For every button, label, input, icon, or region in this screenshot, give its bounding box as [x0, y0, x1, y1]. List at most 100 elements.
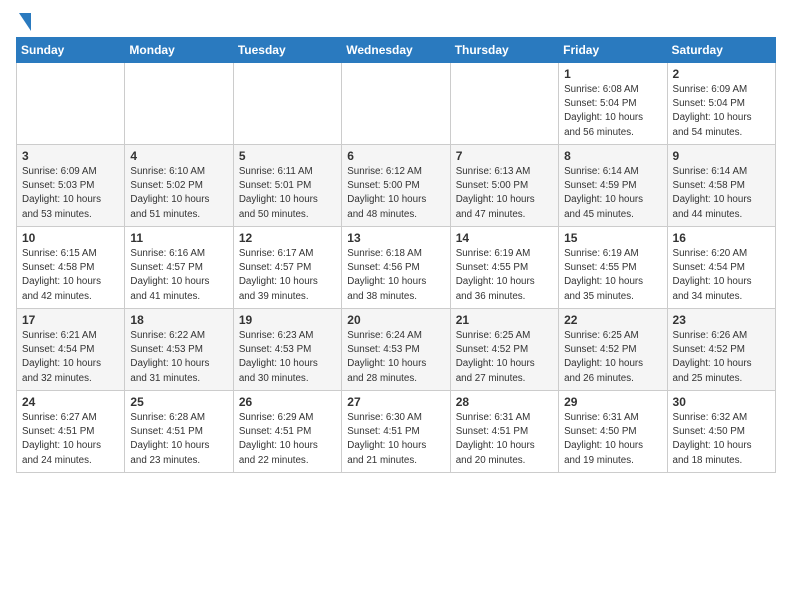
- calendar-cell: 14 Sunrise: 6:19 AMSunset: 4:55 PMDayligh…: [450, 227, 558, 309]
- day-number: 8: [564, 149, 661, 163]
- calendar: SundayMondayTuesdayWednesdayThursdayFrid…: [16, 37, 776, 473]
- day-info: Sunrise: 6:14 AMSunset: 4:59 PMDaylight:…: [564, 165, 661, 222]
- day-info: Sunrise: 6:20 AMSunset: 4:54 PMDaylight:…: [673, 247, 770, 304]
- calendar-cell: [17, 63, 125, 145]
- day-number: 22: [564, 313, 661, 327]
- calendar-cell: 20 Sunrise: 6:24 AMSunset: 4:53 PMDayligh…: [342, 309, 450, 391]
- calendar-cell: 26 Sunrise: 6:29 AMSunset: 4:51 PMDayligh…: [233, 391, 341, 473]
- calendar-cell: 23Sunrise: 6:26 AMSunset: 4:52 PMDayligh…: [667, 309, 775, 391]
- dow-header-wednesday: Wednesday: [342, 38, 450, 63]
- dow-header-tuesday: Tuesday: [233, 38, 341, 63]
- day-number: 25: [130, 395, 227, 409]
- calendar-cell: 6 Sunrise: 6:12 AMSunset: 5:00 PMDaylight…: [342, 145, 450, 227]
- day-info: Sunrise: 6:23 AMSunset: 4:53 PMDaylight:…: [239, 329, 336, 386]
- day-info: Sunrise: 6:12 AMSunset: 5:00 PMDaylight:…: [347, 165, 444, 222]
- day-number: 4: [130, 149, 227, 163]
- day-number: 12: [239, 231, 336, 245]
- day-number: 5: [239, 149, 336, 163]
- dow-header-sunday: Sunday: [17, 38, 125, 63]
- calendar-body: 1Sunrise: 6:08 AMSunset: 5:04 PMDaylight…: [17, 63, 776, 473]
- calendar-week-4: 17 Sunrise: 6:21 AMSunset: 4:54 PMDayligh…: [17, 309, 776, 391]
- dow-header-thursday: Thursday: [450, 38, 558, 63]
- day-info: Sunrise: 6:25 AMSunset: 4:52 PMDaylight:…: [564, 329, 661, 386]
- day-number: 26: [239, 395, 336, 409]
- day-info: Sunrise: 6:11 AMSunset: 5:01 PMDaylight:…: [239, 165, 336, 222]
- day-info: Sunrise: 6:28 AMSunset: 4:51 PMDaylight:…: [130, 411, 227, 468]
- day-info: Sunrise: 6:26 AMSunset: 4:52 PMDaylight:…: [673, 329, 770, 386]
- day-info: Sunrise: 6:30 AMSunset: 4:51 PMDaylight:…: [347, 411, 444, 468]
- day-info: Sunrise: 6:25 AMSunset: 4:52 PMDaylight:…: [456, 329, 553, 386]
- day-number: 28: [456, 395, 553, 409]
- day-info: Sunrise: 6:27 AMSunset: 4:51 PMDaylight:…: [22, 411, 119, 468]
- day-number: 11: [130, 231, 227, 245]
- calendar-cell: 25 Sunrise: 6:28 AMSunset: 4:51 PMDayligh…: [125, 391, 233, 473]
- calendar-week-2: 3 Sunrise: 6:09 AMSunset: 5:03 PMDaylight…: [17, 145, 776, 227]
- day-info: Sunrise: 6:21 AMSunset: 4:54 PMDaylight:…: [22, 329, 119, 386]
- day-number: 20: [347, 313, 444, 327]
- calendar-cell: 5 Sunrise: 6:11 AMSunset: 5:01 PMDaylight…: [233, 145, 341, 227]
- calendar-week-1: 1Sunrise: 6:08 AMSunset: 5:04 PMDaylight…: [17, 63, 776, 145]
- calendar-cell: 3 Sunrise: 6:09 AMSunset: 5:03 PMDaylight…: [17, 145, 125, 227]
- calendar-cell: 21 Sunrise: 6:25 AMSunset: 4:52 PMDayligh…: [450, 309, 558, 391]
- day-info: Sunrise: 6:15 AMSunset: 4:58 PMDaylight:…: [22, 247, 119, 304]
- calendar-cell: 12Sunrise: 6:17 AMSunset: 4:57 PMDayligh…: [233, 227, 341, 309]
- day-number: 15: [564, 231, 661, 245]
- calendar-cell: 30 Sunrise: 6:32 AMSunset: 4:50 PMDayligh…: [667, 391, 775, 473]
- day-number: 3: [22, 149, 119, 163]
- calendar-cell: 24 Sunrise: 6:27 AMSunset: 4:51 PMDayligh…: [17, 391, 125, 473]
- day-number: 18: [130, 313, 227, 327]
- day-number: 10: [22, 231, 119, 245]
- day-number: 19: [239, 313, 336, 327]
- calendar-week-5: 24 Sunrise: 6:27 AMSunset: 4:51 PMDayligh…: [17, 391, 776, 473]
- day-number: 14: [456, 231, 553, 245]
- day-number: 17: [22, 313, 119, 327]
- day-number: 13: [347, 231, 444, 245]
- calendar-cell: 28Sunrise: 6:31 AMSunset: 4:51 PMDayligh…: [450, 391, 558, 473]
- day-info: Sunrise: 6:18 AMSunset: 4:56 PMDaylight:…: [347, 247, 444, 304]
- day-number: 30: [673, 395, 770, 409]
- day-number: 27: [347, 395, 444, 409]
- calendar-week-3: 10 Sunrise: 6:15 AMSunset: 4:58 PMDayligh…: [17, 227, 776, 309]
- day-number: 6: [347, 149, 444, 163]
- day-info: Sunrise: 6:32 AMSunset: 4:50 PMDaylight:…: [673, 411, 770, 468]
- dow-header-monday: Monday: [125, 38, 233, 63]
- day-number: 16: [673, 231, 770, 245]
- calendar-cell: 16 Sunrise: 6:20 AMSunset: 4:54 PMDayligh…: [667, 227, 775, 309]
- day-number: 2: [673, 67, 770, 81]
- calendar-cell: 2 Sunrise: 6:09 AMSunset: 5:04 PMDaylight…: [667, 63, 775, 145]
- calendar-cell: 7Sunrise: 6:13 AMSunset: 5:00 PMDaylight…: [450, 145, 558, 227]
- header: [16, 16, 776, 29]
- calendar-cell: 27 Sunrise: 6:30 AMSunset: 4:51 PMDayligh…: [342, 391, 450, 473]
- day-info: Sunrise: 6:16 AMSunset: 4:57 PMDaylight:…: [130, 247, 227, 304]
- day-info: Sunrise: 6:31 AMSunset: 4:50 PMDaylight:…: [564, 411, 661, 468]
- day-number: 21: [456, 313, 553, 327]
- logo-triangle-icon: [19, 13, 31, 31]
- calendar-cell: [450, 63, 558, 145]
- calendar-cell: [233, 63, 341, 145]
- calendar-cell: 15 Sunrise: 6:19 AMSunset: 4:55 PMDayligh…: [559, 227, 667, 309]
- day-number: 9: [673, 149, 770, 163]
- dow-header-saturday: Saturday: [667, 38, 775, 63]
- calendar-cell: 29 Sunrise: 6:31 AMSunset: 4:50 PMDayligh…: [559, 391, 667, 473]
- day-info: Sunrise: 6:14 AMSunset: 4:58 PMDaylight:…: [673, 165, 770, 222]
- day-info: Sunrise: 6:19 AMSunset: 4:55 PMDaylight:…: [564, 247, 661, 304]
- day-number: 24: [22, 395, 119, 409]
- calendar-cell: 17 Sunrise: 6:21 AMSunset: 4:54 PMDayligh…: [17, 309, 125, 391]
- day-info: Sunrise: 6:22 AMSunset: 4:53 PMDaylight:…: [130, 329, 227, 386]
- day-info: Sunrise: 6:08 AMSunset: 5:04 PMDaylight:…: [564, 83, 661, 140]
- calendar-cell: 13 Sunrise: 6:18 AMSunset: 4:56 PMDayligh…: [342, 227, 450, 309]
- calendar-cell: 11 Sunrise: 6:16 AMSunset: 4:57 PMDayligh…: [125, 227, 233, 309]
- dow-header-friday: Friday: [559, 38, 667, 63]
- day-info: Sunrise: 6:19 AMSunset: 4:55 PMDaylight:…: [456, 247, 553, 304]
- day-of-week-row: SundayMondayTuesdayWednesdayThursdayFrid…: [17, 38, 776, 63]
- day-info: Sunrise: 6:09 AMSunset: 5:04 PMDaylight:…: [673, 83, 770, 140]
- day-info: Sunrise: 6:29 AMSunset: 4:51 PMDaylight:…: [239, 411, 336, 468]
- day-info: Sunrise: 6:24 AMSunset: 4:53 PMDaylight:…: [347, 329, 444, 386]
- day-info: Sunrise: 6:09 AMSunset: 5:03 PMDaylight:…: [22, 165, 119, 222]
- calendar-cell: 19 Sunrise: 6:23 AMSunset: 4:53 PMDayligh…: [233, 309, 341, 391]
- calendar-cell: 18 Sunrise: 6:22 AMSunset: 4:53 PMDayligh…: [125, 309, 233, 391]
- calendar-cell: [342, 63, 450, 145]
- day-info: Sunrise: 6:10 AMSunset: 5:02 PMDaylight:…: [130, 165, 227, 222]
- day-number: 29: [564, 395, 661, 409]
- calendar-cell: 8 Sunrise: 6:14 AMSunset: 4:59 PMDaylight…: [559, 145, 667, 227]
